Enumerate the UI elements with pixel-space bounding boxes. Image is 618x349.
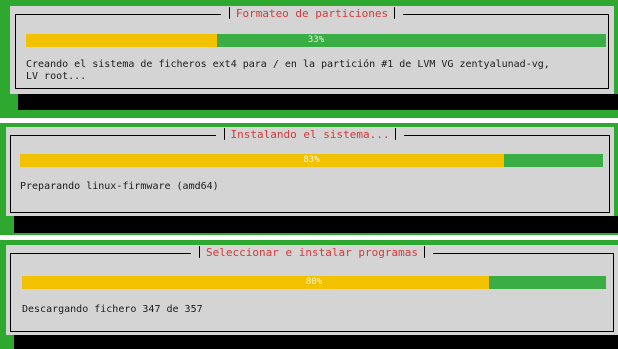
dialog-shadow [14,216,618,233]
progress-bar: 33% [26,34,606,47]
progress-bar: 80% [22,276,606,289]
progress-dialog-formatting: Formateo de particiones 33% Creando el s… [10,6,614,94]
dialog-title: Seleccionar e instalar programas [191,246,433,260]
progress-percent-label: 33% [307,35,325,45]
progress-percent-label: 80% [305,277,323,287]
dialog-frame [10,253,614,332]
progress-dialog-installing: Instalando el sistema... 83% Preparando … [6,127,614,216]
progress-bar: 83% [20,154,603,167]
dialog-title: Instalando el sistema... [215,128,405,142]
progress-percent-label: 83% [303,155,320,165]
progress-dialog-software: Seleccionar e instalar programas 80% Des… [6,245,618,335]
dialog-frame [10,135,610,213]
dialog-shadow [18,94,618,110]
dialog-shadow [14,335,618,349]
status-message: Preparando linux-firmware (amd64) [20,181,219,192]
status-message: Creando el sistema de ficheros ext4 para… [26,59,550,82]
dialog-title: Formateo de particiones [220,7,404,21]
status-message: Descargando fichero 347 de 357 [22,304,203,315]
